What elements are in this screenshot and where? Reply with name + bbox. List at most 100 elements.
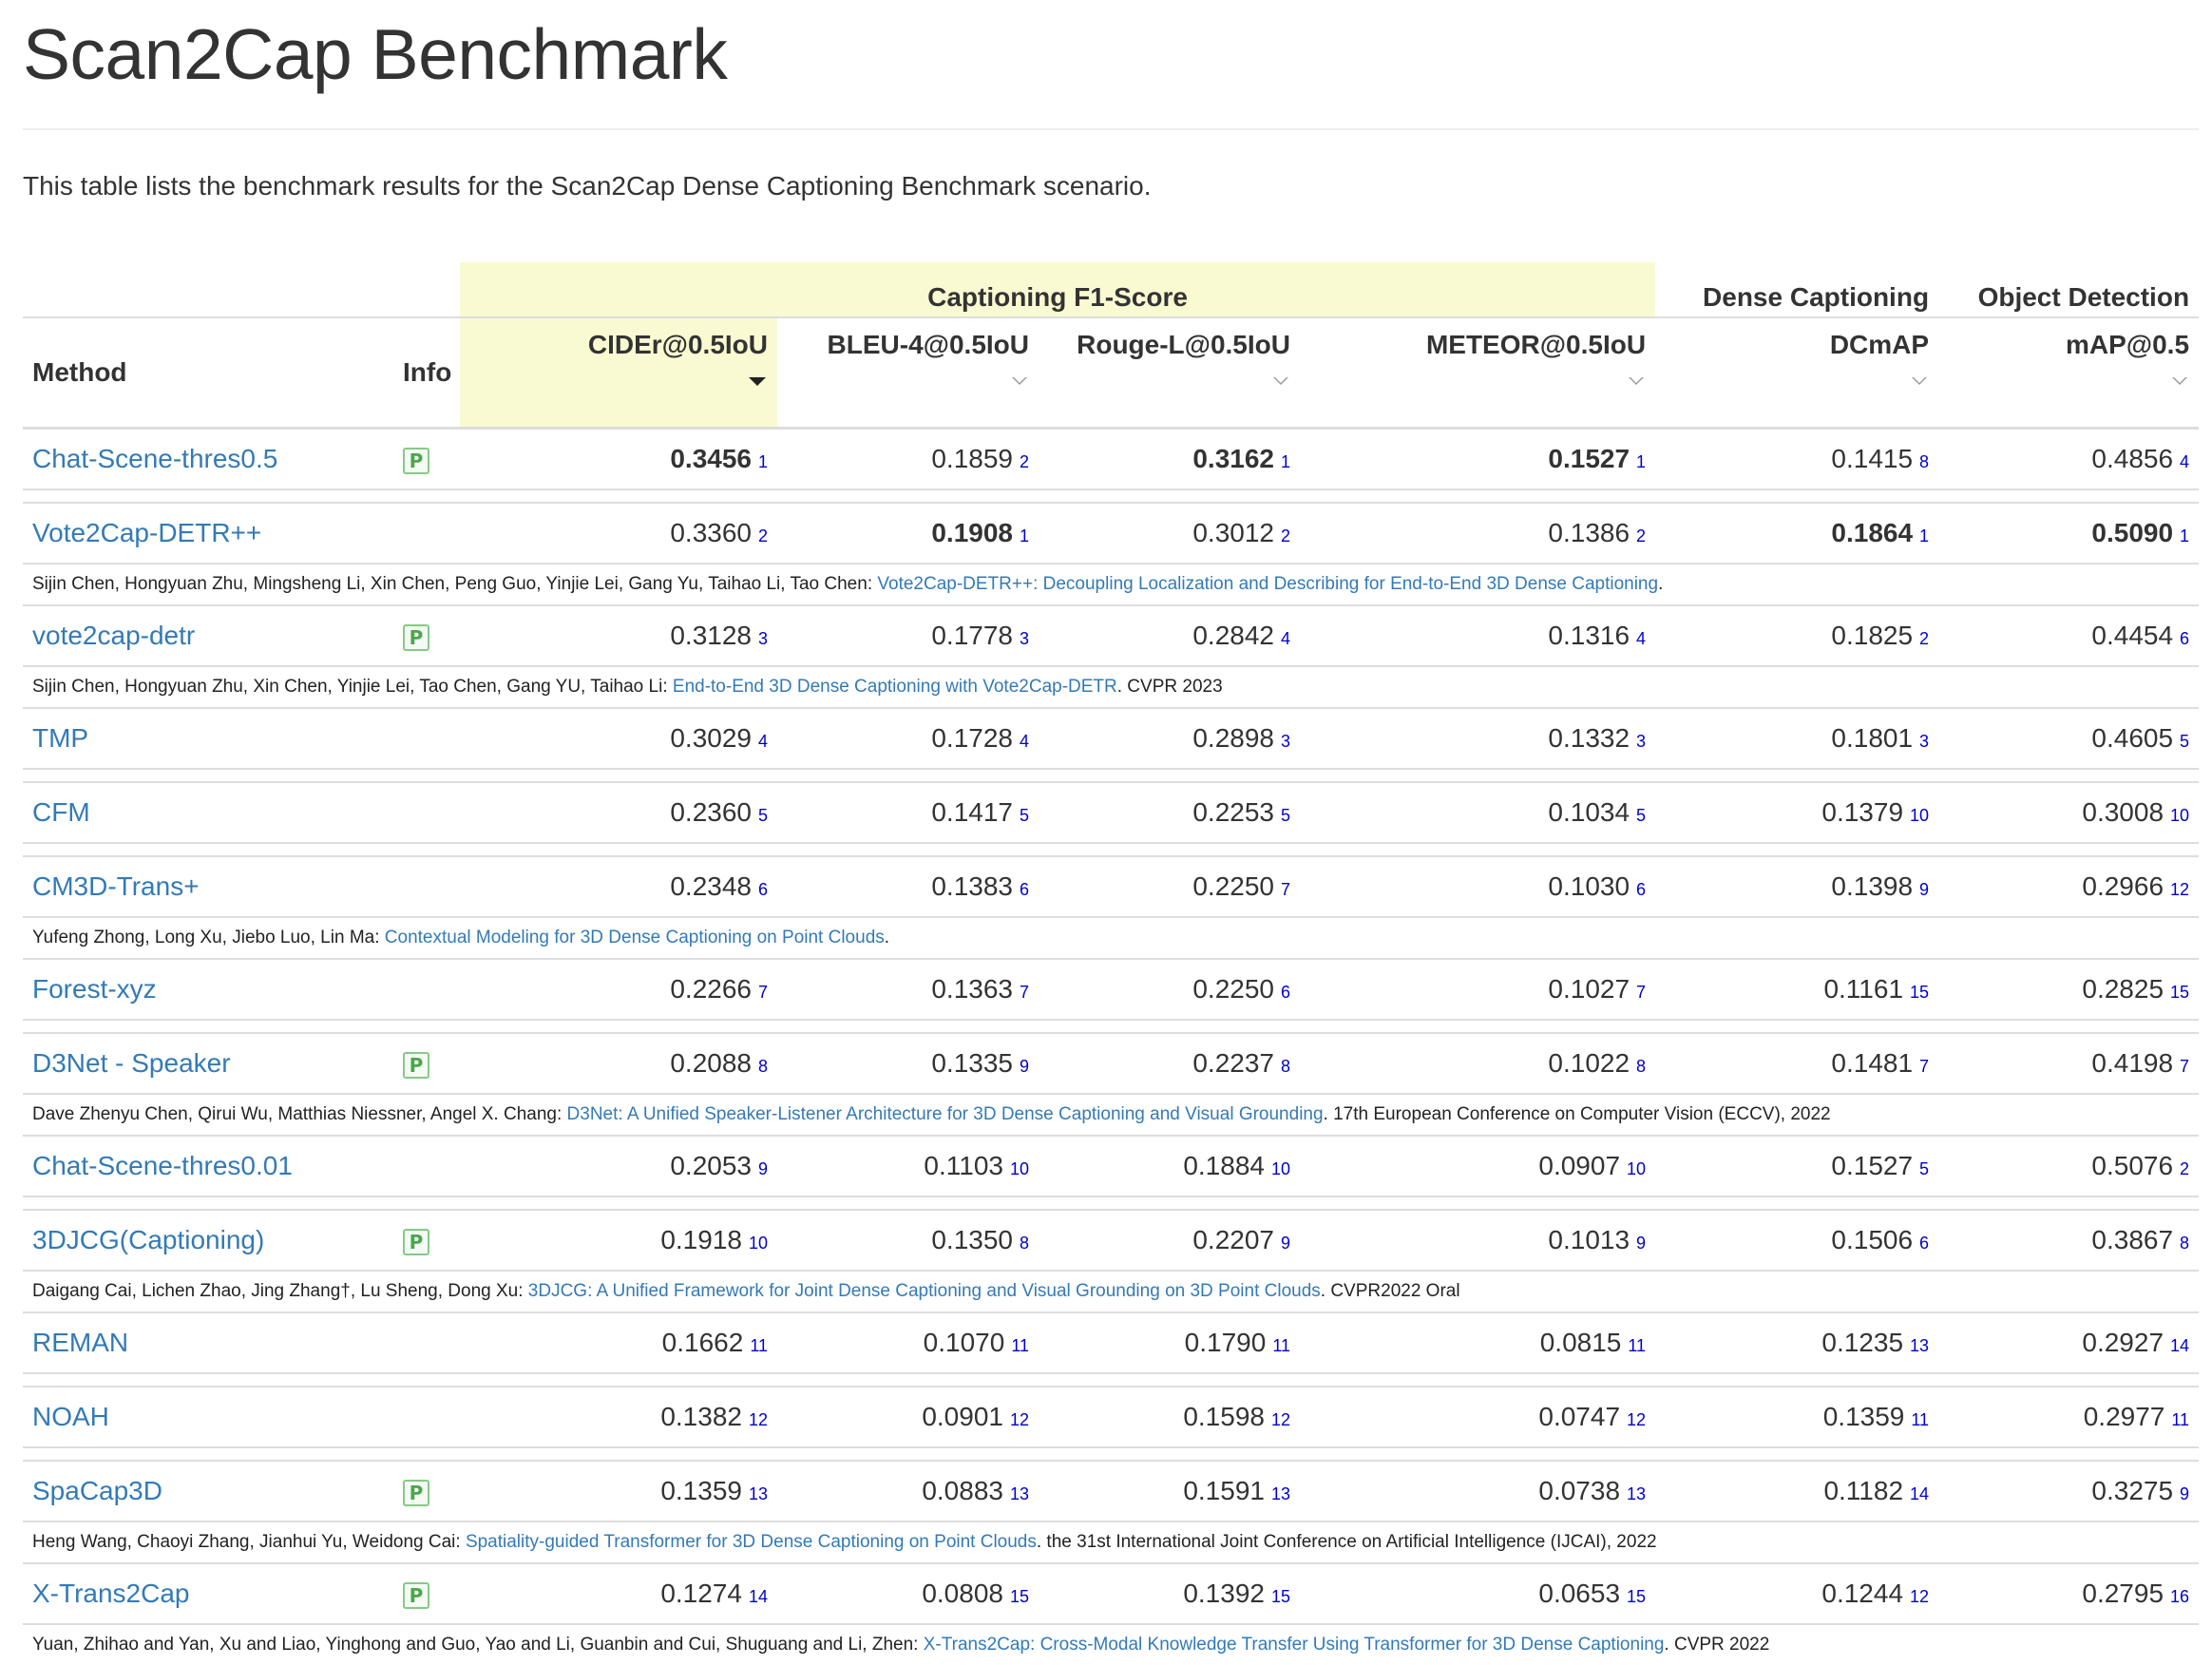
method-link[interactable]: D3Net - Speaker <box>32 1048 231 1078</box>
method-cell: CM3D-Trans+ <box>23 856 403 917</box>
meteor-value: 0.1027 <box>1548 974 1630 1004</box>
publication-badge-icon[interactable]: P <box>403 1480 429 1506</box>
method-link[interactable]: Chat-Scene-thres0.01 <box>32 1151 293 1180</box>
method-link[interactable]: 3DJCG(Captioning) <box>32 1225 264 1254</box>
sort-caret-icon[interactable] <box>1012 377 1027 385</box>
rouge-value: 0.1598 <box>1183 1402 1265 1431</box>
citation-row: Sijin Chen, Hongyuan Zhu, Mingsheng Li, … <box>23 564 2199 605</box>
info-cell <box>403 1136 460 1196</box>
cider-rank: 11 <box>750 1336 768 1355</box>
info-cell: P <box>403 1210 460 1271</box>
map-value: 0.2927 <box>2082 1328 2164 1357</box>
meteor-value: 0.0815 <box>1540 1328 1622 1357</box>
method-link[interactable]: TMP <box>32 723 88 753</box>
map-cell: 0.282515 <box>1938 959 2199 1020</box>
rouge-value: 0.1591 <box>1183 1476 1265 1505</box>
results-table: Captioning F1-Score Dense Captioning Obj… <box>23 262 2199 1665</box>
cider-cell: 0.138212 <box>460 1387 777 1447</box>
column-header-meteor[interactable]: METEOR@0.5IoU <box>1300 317 1655 429</box>
meteor-rank: 8 <box>1636 1057 1646 1076</box>
dcmap-rank: 13 <box>1910 1336 1929 1355</box>
bleu-rank: 13 <box>1010 1484 1029 1503</box>
map-rank: 15 <box>2170 983 2189 1002</box>
paper-link[interactable]: 3DJCG: A Unified Framework for Joint Den… <box>528 1281 1321 1301</box>
meteor-cell: 0.15271 <box>1300 429 1655 490</box>
sort-desc-icon[interactable] <box>749 377 766 386</box>
method-link[interactable]: Forest-xyz <box>32 974 157 1004</box>
method-link[interactable]: Vote2Cap-DETR++ <box>32 518 261 547</box>
row-spacer-cell <box>23 1373 2199 1387</box>
dcmap-cell: 0.18252 <box>1655 605 1938 666</box>
bleu-rank: 12 <box>1010 1410 1029 1429</box>
bleu-value: 0.1335 <box>931 1048 1013 1078</box>
paper-link[interactable]: D3Net: A Unified Speaker-Listener Archit… <box>567 1104 1324 1124</box>
sort-caret-icon[interactable] <box>1273 377 1288 385</box>
publication-badge-icon[interactable]: P <box>403 448 429 474</box>
column-header-rouge[interactable]: Rouge-L@0.5IoU <box>1039 317 1300 429</box>
info-cell <box>403 503 460 564</box>
method-link[interactable]: CM3D-Trans+ <box>32 871 200 901</box>
cider-cell: 0.33602 <box>460 503 777 564</box>
dcmap-rank: 6 <box>1919 1234 1929 1253</box>
sort-caret-icon[interactable] <box>2172 377 2187 385</box>
bleu-rank: 1 <box>1020 526 1029 545</box>
cider-cell: 0.22667 <box>460 959 777 1020</box>
info-cell: P <box>403 429 460 490</box>
paper-link[interactable]: Spatiality-guided Transformer for 3D Den… <box>466 1532 1037 1552</box>
method-link[interactable]: SpaCap3D <box>32 1476 162 1505</box>
map-value: 0.5076 <box>2091 1151 2173 1180</box>
sort-caret-icon[interactable] <box>1629 377 1644 385</box>
dcmap-rank: 7 <box>1919 1057 1929 1076</box>
map-value: 0.3275 <box>2091 1476 2173 1505</box>
paper-link[interactable]: Contextual Modeling for 3D Dense Caption… <box>385 928 885 947</box>
method-link[interactable]: vote2cap-detr <box>32 621 195 650</box>
info-cell: P <box>403 1563 460 1624</box>
group-header-captioning: Captioning F1-Score <box>460 262 1655 317</box>
method-cell: SpaCap3D <box>23 1461 403 1521</box>
method-link[interactable]: NOAH <box>32 1402 109 1431</box>
publication-badge-icon[interactable]: P <box>403 1582 429 1609</box>
method-cell: D3Net - Speaker <box>23 1033 403 1094</box>
paper-link[interactable]: Vote2Cap-DETR++: Decoupling Localization… <box>877 574 1658 594</box>
paper-link[interactable]: X-Trans2Cap: Cross-Modal Knowledge Trans… <box>924 1635 1665 1655</box>
column-header-method: Method <box>23 317 403 429</box>
paper-link[interactable]: End-to-End 3D Dense Captioning with Vote… <box>673 677 1117 697</box>
publication-badge-icon[interactable]: P <box>403 1229 429 1255</box>
row-spacer <box>23 769 2199 782</box>
map-rank: 14 <box>2170 1336 2189 1355</box>
row-spacer <box>23 489 2199 503</box>
row-spacer <box>23 1020 2199 1033</box>
citation-authors: Yufeng Zhong, Long Xu, Jiebo Luo, Lin Ma… <box>32 928 385 947</box>
rouge-cell: 0.31621 <box>1039 429 1300 490</box>
method-link[interactable]: REMAN <box>32 1328 128 1357</box>
bleu-value: 0.0883 <box>922 1476 1003 1505</box>
method-cell: X-Trans2Cap <box>23 1563 403 1624</box>
info-cell <box>403 959 460 1020</box>
column-header-cider[interactable]: CIDEr@0.5IoU <box>460 317 777 429</box>
column-header-dcmap[interactable]: DCmAP <box>1655 317 1938 429</box>
publication-badge-icon[interactable]: P <box>403 1052 429 1079</box>
rouge-cell: 0.22535 <box>1039 782 1300 843</box>
dcmap-cell: 0.118214 <box>1655 1461 1938 1521</box>
column-header-map[interactable]: mAP@0.5 <box>1938 317 2199 429</box>
meteor-value: 0.1022 <box>1548 1048 1630 1078</box>
dcmap-value: 0.1398 <box>1831 871 1913 901</box>
publication-badge-icon[interactable]: P <box>403 624 429 651</box>
column-header-row: Method Info CIDEr@0.5IoU BLEU-4@0.5IoU R… <box>23 317 2199 429</box>
table-row: X-Trans2CapP0.1274140.0808150.1392150.06… <box>23 1563 2199 1624</box>
dcmap-rank: 15 <box>1910 983 1929 1002</box>
method-cell: vote2cap-detr <box>23 605 403 666</box>
column-header-bleu[interactable]: BLEU-4@0.5IoU <box>777 317 1039 429</box>
info-cell <box>403 782 460 843</box>
method-link[interactable]: X-Trans2Cap <box>32 1579 189 1608</box>
method-link[interactable]: Chat-Scene-thres0.5 <box>32 444 277 473</box>
table-row: Vote2Cap-DETR++0.336020.190810.301220.13… <box>23 503 2199 564</box>
dcmap-cell: 0.124412 <box>1655 1563 1938 1624</box>
rouge-rank: 2 <box>1281 526 1290 545</box>
rouge-rank: 10 <box>1271 1159 1290 1178</box>
map-cell: 0.44546 <box>1938 605 2199 666</box>
dcmap-cell: 0.123513 <box>1655 1312 1938 1373</box>
dcmap-value: 0.1379 <box>1821 797 1903 827</box>
sort-caret-icon[interactable] <box>1912 377 1927 385</box>
method-link[interactable]: CFM <box>32 797 90 827</box>
